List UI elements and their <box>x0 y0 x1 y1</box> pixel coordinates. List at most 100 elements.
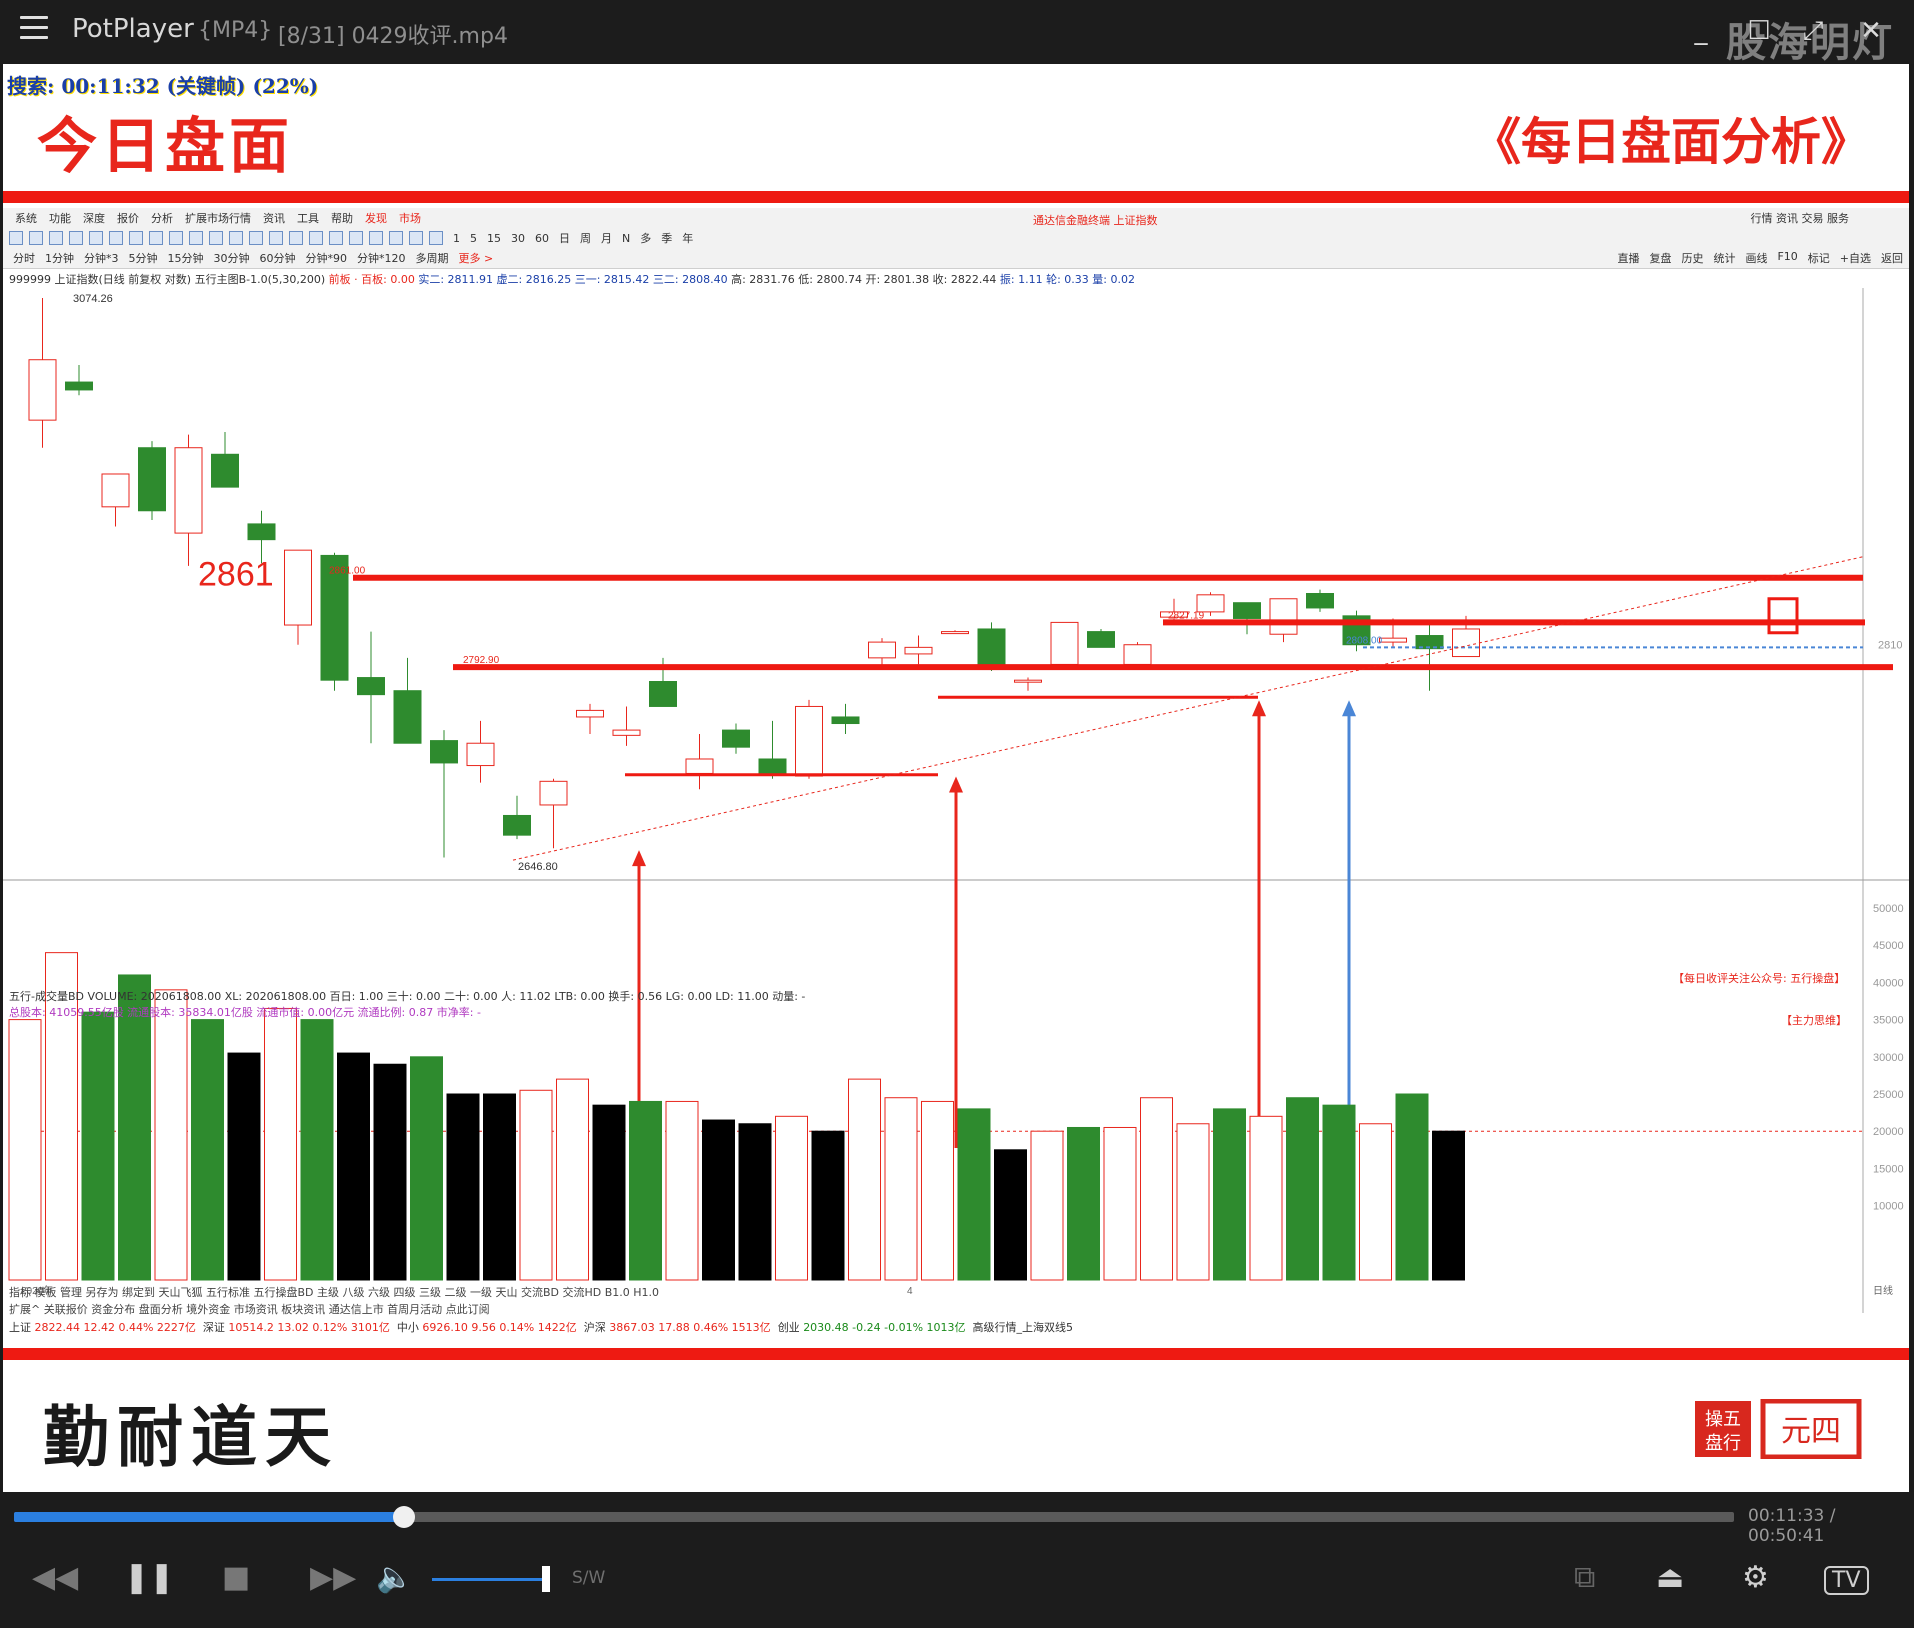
right-tab-2[interactable]: 历史 <box>1681 250 1703 266</box>
period-3[interactable]: 5分钟 <box>129 250 158 266</box>
stop-icon[interactable]: ■ <box>222 1560 250 1595</box>
pause-button[interactable]: ❚❚ <box>124 1560 174 1595</box>
time-display: 00:11:33 / 00:50:41 <box>1748 1506 1836 1546</box>
right-tab-8[interactable]: 返回 <box>1881 250 1903 266</box>
toolbar-icon[interactable] <box>429 231 443 245</box>
period-number-11[interactable]: 年 <box>682 230 693 246</box>
candle-body <box>284 549 312 626</box>
toolbar-icon[interactable] <box>349 231 363 245</box>
candle-body <box>868 641 896 659</box>
volume-bar[interactable] <box>432 1578 550 1581</box>
indicator-tabs[interactable]: 指标 模板 管理 另存为 绑定到 天山飞狐 五行标准 五行操盘BD 主级 八级 … <box>9 1284 659 1300</box>
candle-body <box>357 677 385 696</box>
volume-bar <box>1322 1104 1356 1281</box>
period-number-8[interactable]: N <box>622 232 630 245</box>
speaker-icon[interactable]: 🔈 <box>376 1560 413 1595</box>
right-tab-7[interactable]: +自选 <box>1840 250 1871 266</box>
right-tab-1[interactable]: 复盘 <box>1649 250 1671 266</box>
period-1[interactable]: 1分钟 <box>45 250 74 266</box>
right-tab-3[interactable]: 统计 <box>1713 250 1735 266</box>
eject-icon[interactable]: ⏏ <box>1656 1560 1684 1595</box>
period-number-0[interactable]: 1 <box>453 232 460 245</box>
period-2[interactable]: 分钟*3 <box>84 250 119 266</box>
volume-bar <box>921 1100 954 1281</box>
settings-gear-icon[interactable]: ⚙ <box>1742 1560 1769 1595</box>
tv-icon[interactable]: TV <box>1824 1566 1869 1595</box>
volume-knob[interactable] <box>542 1566 550 1592</box>
period-number-1[interactable]: 5 <box>470 232 477 245</box>
candle-body <box>1269 598 1298 635</box>
period-number-2[interactable]: 15 <box>487 232 501 245</box>
svg-text:元四: 元四 <box>1781 1414 1841 1449</box>
toolbar-icon[interactable] <box>169 231 183 245</box>
seek-bar[interactable] <box>14 1506 1734 1528</box>
software-menu-6[interactable]: 资讯 <box>263 210 285 226</box>
forward-icon[interactable]: ▶▶ <box>310 1560 356 1595</box>
extension-tabs[interactable]: 扩展^ 关联报价 资金分布 盘面分析 境外资金 市场资讯 板块资讯 通达信上市 … <box>9 1301 490 1317</box>
right-tab-4[interactable]: 画线 <box>1745 250 1767 266</box>
period-5[interactable]: 30分钟 <box>214 250 250 266</box>
toolbar-icon[interactable] <box>149 231 163 245</box>
period-number-9[interactable]: 多 <box>640 230 651 246</box>
period-9[interactable]: 多周期 <box>416 250 449 266</box>
volume-bar <box>957 1108 991 1281</box>
software-menu-4[interactable]: 分析 <box>151 210 173 226</box>
period-number-10[interactable]: 季 <box>661 230 672 246</box>
calligraphy-logo: 勤耐道天 <box>43 1398 339 1476</box>
seek-knob[interactable] <box>393 1506 416 1528</box>
toolbar-icon[interactable] <box>289 231 303 245</box>
kline-chart[interactable]: 3074.26 2861 2861.00 2792.90 2827.19 2808.00 2… <box>3 268 1909 1388</box>
period-8[interactable]: 分钟*120 <box>357 250 406 266</box>
period-number-5[interactable]: 日 <box>559 230 570 246</box>
toolbar-icon[interactable] <box>109 231 123 245</box>
toolbar-icon[interactable] <box>209 231 223 245</box>
toolbar-icon[interactable] <box>369 231 383 245</box>
right-tab-5[interactable]: F10 <box>1777 250 1797 266</box>
period-0[interactable]: 分时 <box>13 250 35 266</box>
period-10[interactable]: 更多 > <box>459 250 494 266</box>
period-7[interactable]: 分钟*90 <box>306 250 348 266</box>
minimize-button[interactable]: _ <box>1684 14 1718 48</box>
period-number-4[interactable]: 60 <box>535 232 549 245</box>
software-menu-2[interactable]: 深度 <box>83 210 105 226</box>
software-right-menu[interactable]: 行情 资讯 交易 服务 <box>1751 210 1850 226</box>
toolbar-icon[interactable] <box>409 231 423 245</box>
period-number-7[interactable]: 月 <box>601 230 612 246</box>
video-frame[interactable]: 搜索: 00:11:32 (关键帧) (22%) 今日盘面 《每日盘面分析》 系… <box>3 64 1909 1492</box>
screen-capture-icon[interactable]: ⧉ <box>1574 1560 1595 1595</box>
right-tab-6[interactable]: 标记 <box>1808 250 1830 266</box>
toolbar-icon[interactable] <box>69 231 83 245</box>
software-menu-8[interactable]: 帮助 <box>331 210 353 226</box>
toolbar-icon[interactable] <box>389 231 403 245</box>
arrow-head <box>1252 700 1266 717</box>
toolbar-icon[interactable] <box>269 231 283 245</box>
toolbar-icon[interactable] <box>49 231 63 245</box>
software-menu-5[interactable]: 扩展市场行情 <box>185 210 251 226</box>
period-number-3[interactable]: 30 <box>511 232 525 245</box>
software-menu-3[interactable]: 报价 <box>117 210 139 226</box>
toolbar-icon[interactable] <box>309 231 323 245</box>
toolbar-icon[interactable] <box>29 231 43 245</box>
arrow-head <box>949 776 963 793</box>
toolbar-icon[interactable] <box>189 231 203 245</box>
ticker-sz: 10514.2 13.02 0.12% 3101亿 <box>228 1321 390 1334</box>
period-4[interactable]: 15分钟 <box>168 250 204 266</box>
software-menu-1[interactable]: 功能 <box>49 210 71 226</box>
software-menu-0[interactable]: 系统 <box>15 210 37 226</box>
candle-body <box>758 758 787 774</box>
price-label: 3074.26 <box>73 293 113 305</box>
period-number-6[interactable]: 周 <box>580 230 591 246</box>
software-menu-7[interactable]: 工具 <box>297 210 319 226</box>
hamburger-menu-icon[interactable] <box>20 16 48 40</box>
toolbar-icon[interactable] <box>249 231 263 245</box>
right-tab-0[interactable]: 直播 <box>1617 250 1639 266</box>
software-menu-9[interactable]: 发现 <box>365 210 387 226</box>
toolbar-icon[interactable] <box>129 231 143 245</box>
period-6[interactable]: 60分钟 <box>260 250 296 266</box>
rewind-icon[interactable]: ◀◀ <box>32 1560 78 1595</box>
toolbar-icon[interactable] <box>89 231 103 245</box>
software-menu-10[interactable]: 市场 <box>399 210 421 226</box>
toolbar-icon[interactable] <box>329 231 343 245</box>
toolbar-icon[interactable] <box>229 231 243 245</box>
toolbar-icon[interactable] <box>9 231 23 245</box>
